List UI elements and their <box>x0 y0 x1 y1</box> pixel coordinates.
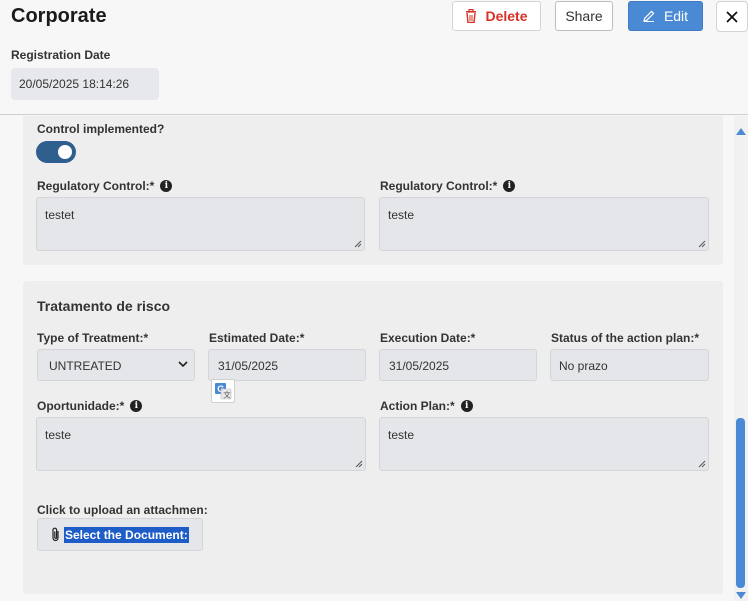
opportunity-value: teste <box>45 428 72 442</box>
control-implemented-label: Control implemented? <box>37 122 165 136</box>
action-plan-textarea[interactable]: teste <box>379 417 709 471</box>
upload-attachment-label: Click to upload an attachmen: <box>37 503 208 517</box>
delete-label: Delete <box>485 8 528 24</box>
estimated-date-label-text: Estimated Date:* <box>209 331 305 345</box>
vertical-scrollbar[interactable] <box>734 116 748 601</box>
regulatory-control-textarea-left[interactable]: testet <box>36 197 365 251</box>
translate-icon[interactable]: G 文 <box>211 379 235 403</box>
type-of-treatment-label-text: Type of Treatment:* <box>37 331 149 345</box>
resize-handle-icon[interactable] <box>698 460 706 468</box>
regulatory-control-right-value: teste <box>388 208 415 222</box>
scroll-up-arrow-icon[interactable] <box>736 128 746 135</box>
status-action-plan-label-text: Status of the action plan:* <box>551 331 700 345</box>
pencil-icon <box>643 10 655 22</box>
action-plan-value: teste <box>388 428 415 442</box>
edit-label: Edit <box>663 8 689 24</box>
form-scroll-area: Control implemented? Regulatory Control:… <box>0 116 734 601</box>
opportunity-textarea[interactable]: teste <box>36 417 366 471</box>
page-header: Corporate Delete Share Edit Registration… <box>0 0 748 115</box>
execution-date-label: Execution Date:* <box>380 331 475 345</box>
close-button[interactable] <box>716 1 748 32</box>
estimated-date-value: 31/05/2025 <box>218 359 279 373</box>
controls-card: Control implemented? Regulatory Control:… <box>23 116 723 265</box>
info-icon[interactable]: i <box>130 400 143 412</box>
regulatory-control-left-text: Regulatory Control:* <box>37 179 155 193</box>
registration-date-value: 20/05/2025 18:14:26 <box>11 68 159 100</box>
section-title: Tratamento de risco <box>37 298 171 314</box>
type-of-treatment-value: UNTREATED <box>49 359 122 373</box>
estimated-date-label: Estimated Date:* <box>209 331 304 345</box>
resize-handle-icon[interactable] <box>354 240 362 248</box>
status-action-plan-label: Status of the action plan:* <box>551 331 699 345</box>
type-of-treatment-select[interactable]: UNTREATED <box>37 349 195 381</box>
delete-button[interactable]: Delete <box>452 1 541 31</box>
share-label: Share <box>565 8 603 24</box>
execution-date-input[interactable]: 31/05/2025 <box>379 349 537 381</box>
status-action-plan-input[interactable]: No prazo <box>550 349 709 381</box>
select-document-button[interactable]: Select the Document: <box>37 518 203 551</box>
paperclip-icon <box>52 527 59 542</box>
regulatory-control-textarea-right[interactable]: teste <box>379 197 709 251</box>
execution-date-label-text: Execution Date:* <box>380 331 476 345</box>
registration-date-label: Registration Date <box>11 48 111 62</box>
scroll-down-arrow-icon[interactable] <box>736 592 746 599</box>
regulatory-control-label-left: Regulatory Control:* i <box>37 179 173 193</box>
opportunity-label: Oportunidade:* i <box>37 399 143 413</box>
edit-button[interactable]: Edit <box>628 1 703 31</box>
regulatory-control-left-value: testet <box>45 208 75 222</box>
opportunity-label-text: Oportunidade:* <box>37 399 125 413</box>
select-document-label: Select the Document: <box>64 526 189 543</box>
info-icon[interactable]: i <box>503 180 516 192</box>
scroll-thumb[interactable] <box>736 418 745 588</box>
estimated-date-input[interactable]: 31/05/2025 <box>208 349 366 381</box>
svg-text:文: 文 <box>223 390 231 400</box>
translate-glyph-icon: G 文 <box>215 383 232 400</box>
page-title: Corporate <box>11 5 107 27</box>
resize-handle-icon[interactable] <box>355 460 363 468</box>
chevron-down-icon <box>178 361 188 368</box>
regulatory-control-right-text: Regulatory Control:* <box>380 179 498 193</box>
close-icon <box>726 10 738 23</box>
info-icon[interactable]: i <box>460 400 473 412</box>
action-plan-label: Action Plan:* i <box>380 399 473 413</box>
control-implemented-toggle[interactable] <box>36 141 76 163</box>
trash-icon <box>466 9 477 23</box>
action-plan-label-text: Action Plan:* <box>380 399 455 413</box>
status-action-plan-value: No prazo <box>559 359 608 373</box>
share-button[interactable]: Share <box>555 1 613 31</box>
type-of-treatment-label: Type of Treatment:* <box>37 331 148 345</box>
regulatory-control-label-right: Regulatory Control:* i <box>380 179 516 193</box>
risk-treatment-card: Tratamento de risco Type of Treatment:* … <box>23 281 723 594</box>
execution-date-value: 31/05/2025 <box>389 359 450 373</box>
info-icon[interactable]: i <box>160 180 173 192</box>
resize-handle-icon[interactable] <box>698 240 706 248</box>
